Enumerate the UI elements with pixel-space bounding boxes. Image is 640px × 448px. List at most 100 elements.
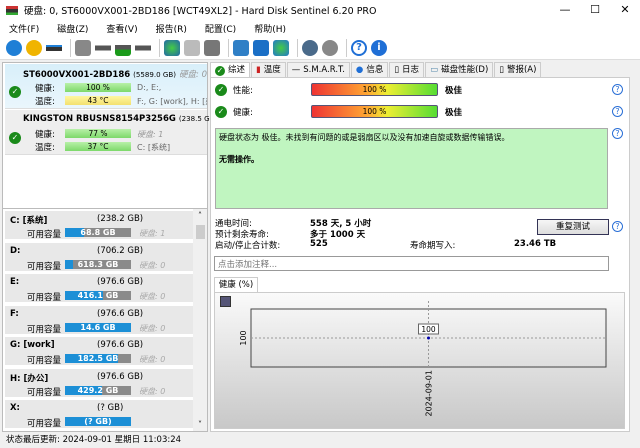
disk-size: (5589.0 GB) <box>133 70 177 79</box>
external-disk-icon[interactable] <box>204 39 220 56</box>
volume-size: (976.6 GB) <box>97 277 144 287</box>
toolbar: ? i <box>0 36 640 60</box>
close-button[interactable]: ✕ <box>610 0 640 20</box>
gear-icon[interactable] <box>302 39 318 56</box>
disk-item[interactable]: KINGSTON RBUSNS8154P3256G (238.5 GB) ✓ 健… <box>5 110 217 155</box>
summary-panel: ✓ 性能: 100 % 极佳 ? ✓ 健康: 100 % 极佳 ? 硬盘状态为 … <box>210 77 630 432</box>
menu-bar: 文件(F) 磁盘(Z) 查看(V) 报告(R) 配置(C) 帮助(H) <box>0 20 640 36</box>
performance-rating: 极佳 <box>445 86 463 96</box>
health-bar: 100 % <box>311 105 438 118</box>
menu-disk[interactable]: 磁盘(Z) <box>48 22 97 35</box>
free-space-label: 可用容量 <box>27 324 62 335</box>
disk-clock-icon[interactable] <box>95 39 111 56</box>
volume-item[interactable]: F: (976.6 GB) 可用容量 14.6 GB 硬盘: 0 <box>5 305 193 336</box>
info-icon[interactable]: i <box>371 39 387 56</box>
tab-health-chart[interactable]: 健康 (%) <box>214 277 258 292</box>
separator <box>70 38 71 57</box>
free-space-value: 14.6 GB <box>80 322 116 332</box>
check-icon: ✓ <box>9 132 21 144</box>
scroll-up-icon[interactable]: ˄ <box>193 211 207 220</box>
disk-gray-icon[interactable] <box>75 39 91 56</box>
minimize-button[interactable]: — <box>550 0 580 20</box>
notepad-icon[interactable] <box>233 39 249 56</box>
disk-search-icon[interactable] <box>135 39 151 56</box>
volume-item[interactable]: G: [work] (976.6 GB) 可用容量 182.5 GB 硬盘: 0 <box>5 337 193 367</box>
partitions: D:, E:, <box>137 83 162 92</box>
disk-number: 硬盘: 0 <box>179 70 207 80</box>
help-icon[interactable]: ? <box>612 221 623 232</box>
scroll-down-icon[interactable]: ˅ <box>193 420 207 429</box>
free-space-bar: 618.3 GB <box>65 259 131 269</box>
help-icon[interactable]: ? <box>612 128 623 139</box>
status-message: 硬盘状态为 极佳。未找到有问题的或是弱扇区以及没有加速自旋或数据传输错误。 <box>219 133 510 142</box>
tab-temperature[interactable]: ▮ 温度 <box>251 62 286 77</box>
tab-bar: ✓ 综述 ▮ 温度 — S.M.A.R.T. ● 信息 ▯ 日志 ▭ 磁盘性能(D) ▯ 警报… <box>210 62 542 78</box>
globe-monitor-icon[interactable] <box>273 39 289 56</box>
free-space-value: 68.8 GB <box>80 228 116 237</box>
volume-item[interactable]: D: (706.2 GB) 可用容量 618.3 GB 硬盘: 0 <box>5 242 193 273</box>
menu-report[interactable]: 报告(R) <box>147 22 196 35</box>
menu-view[interactable]: 查看(V) <box>97 22 146 35</box>
network-disk-icon[interactable] <box>164 39 180 56</box>
action-message: 无需操作。 <box>219 155 259 164</box>
disk-item[interactable]: ST6000VX001-2BD186 (5589.0 GB) 硬盘: 0 ✓ 健… <box>5 64 207 109</box>
check-icon: ✓ <box>9 86 21 98</box>
help-icon[interactable]: ? <box>612 84 623 95</box>
health-label: 健康: <box>35 130 55 140</box>
partitions: C: [系统] <box>137 143 171 152</box>
menu-help[interactable]: 帮助(H) <box>245 22 295 35</box>
tab-performance[interactable]: ▭ 磁盘性能(D) <box>425 62 494 77</box>
menu-file[interactable]: 文件(F) <box>0 22 48 35</box>
document-icon: ▯ <box>394 64 400 75</box>
scrollbar[interactable]: ˄ ˅ <box>193 209 207 431</box>
volume-item[interactable]: H: [办公] (976.6 GB) 可用容量 429.2 GB 硬盘: 0 <box>5 368 193 399</box>
x-tick-label: 2024-09-01 <box>425 370 434 417</box>
free-space-bar: 416.1 GB <box>65 291 131 300</box>
volume-item[interactable]: X: (? GB) 可用容量 (? GB) <box>5 400 193 430</box>
temp-label: 温度: <box>35 97 55 107</box>
tab-alerts[interactable]: ▯ 警报(A) <box>494 62 542 77</box>
free-space-bar: 182.5 GB <box>65 354 131 363</box>
disk-icon[interactable] <box>46 39 62 56</box>
refresh-warning-icon[interactable] <box>26 39 42 56</box>
help-icon[interactable]: ? <box>351 39 367 56</box>
tab-summary[interactable]: ✓ 综述 <box>210 62 251 78</box>
free-space-label: 可用容量 <box>27 261 62 272</box>
temp-label: 温度: <box>35 143 55 153</box>
tab-log[interactable]: ▯ 日志 <box>389 62 425 77</box>
scrollbar-thumb[interactable] <box>196 225 205 239</box>
volume-size: (238.2 GB) <box>97 214 144 224</box>
sound-icon[interactable] <box>322 39 338 56</box>
usb-icon[interactable] <box>184 39 200 56</box>
check-icon: ✓ <box>215 84 227 96</box>
health-rating: 极佳 <box>445 108 463 118</box>
separator <box>159 38 160 57</box>
retest-button[interactable]: 重复测试 <box>537 219 609 235</box>
maximize-button[interactable]: ☐ <box>580 0 610 20</box>
volume-name: F: <box>10 308 19 319</box>
mail-icon[interactable] <box>253 39 269 56</box>
comment-input[interactable]: 点击添加注释... <box>214 256 609 271</box>
refresh-icon[interactable] <box>6 39 22 56</box>
disk-name: KINGSTON RBUSNS8154P3256G <box>23 114 176 124</box>
y-tick-label: 100 <box>239 330 248 345</box>
start-stop-label: 启动/停止合计数: <box>215 241 281 251</box>
disk-name: ST6000VX001-2BD186 <box>23 70 131 80</box>
disk-check-icon[interactable] <box>115 39 131 56</box>
volume-size: (976.6 GB) <box>97 340 144 350</box>
volume-item[interactable]: C: [系统] (238.2 GB) 可用容量 68.8 GB 硬盘: 1 <box>5 211 193 241</box>
volume-name: E: <box>10 277 20 287</box>
tab-smart[interactable]: — S.M.A.R.T. <box>286 62 350 77</box>
disk-number: 硬盘: 1 <box>139 229 166 238</box>
free-space-label: 可用容量 <box>27 387 62 398</box>
alert-doc-icon: ▯ <box>499 64 504 75</box>
tab-info[interactable]: ● 信息 <box>350 62 389 77</box>
info-icon: ● <box>355 64 364 75</box>
volume-name: H: [办公] <box>10 373 49 384</box>
menu-config[interactable]: 配置(C) <box>196 22 245 35</box>
volume-item[interactable]: E: (976.6 GB) 可用容量 416.1 GB 硬盘: 0 <box>5 274 193 304</box>
help-icon[interactable]: ? <box>612 106 623 117</box>
temp-bar: 37 °C <box>65 142 131 151</box>
lifetime-writes-label: 寿命期写入: <box>410 241 456 251</box>
health-label: 健康: <box>35 84 55 94</box>
